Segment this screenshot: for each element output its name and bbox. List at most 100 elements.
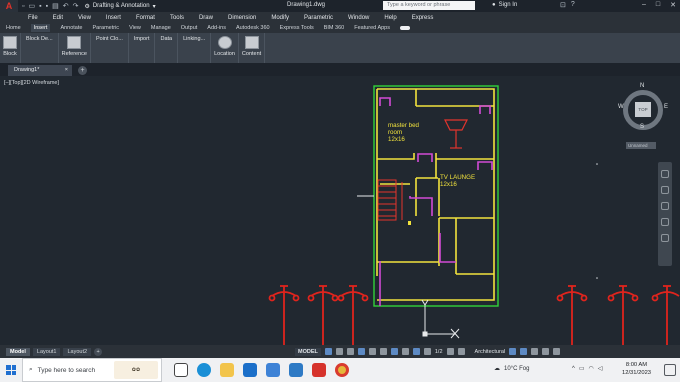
menu-tools[interactable]: Tools <box>170 15 184 21</box>
model-space-toggle[interactable]: MODEL <box>295 347 321 356</box>
compass-east[interactable]: E <box>664 104 668 110</box>
menu-file[interactable]: File <box>28 15 38 21</box>
tab-bim-360[interactable]: BIM 360 <box>324 25 344 31</box>
saveas-icon[interactable]: ▪ <box>46 3 48 10</box>
tab-add-ins[interactable]: Add-ins <box>207 25 226 31</box>
transparency-icon[interactable] <box>401 348 409 355</box>
help-search-input[interactable]: Type a keyword or phrase <box>383 1 475 10</box>
content-button[interactable]: Content <box>239 33 266 63</box>
notification-icon[interactable] <box>664 364 676 376</box>
annotation-monitor-icon[interactable] <box>457 348 465 355</box>
tab-parametric[interactable]: Parametric <box>92 25 119 31</box>
quick-properties-icon[interactable] <box>509 348 517 355</box>
annotation-scale[interactable]: 1/2 <box>435 349 443 355</box>
redo-icon[interactable]: ↷ <box>73 2 79 10</box>
menu-modify[interactable]: Modify <box>271 15 289 21</box>
network-icon[interactable]: ▭ <box>579 365 585 372</box>
reference-button[interactable]: Reference <box>59 33 91 63</box>
maximize-icon[interactable]: □ <box>656 1 660 9</box>
sign-in-button[interactable]: ● Sign In <box>492 2 517 8</box>
annotation-visibility-icon[interactable] <box>423 348 431 355</box>
chrome-icon[interactable] <box>335 363 349 377</box>
taskbar-clock[interactable]: 8:00 AM 12/31/2023 <box>622 361 651 377</box>
tab-view[interactable]: View <box>129 25 141 31</box>
menu-help[interactable]: Help <box>384 15 396 21</box>
open-icon[interactable]: ▭ <box>28 2 35 10</box>
tab-layout2[interactable]: Layout2 <box>63 347 92 356</box>
volume-icon[interactable]: ◁ <box>598 365 603 372</box>
autocad-icon[interactable] <box>312 363 326 377</box>
save-icon[interactable]: ▪ <box>39 3 41 10</box>
help-icon[interactable]: ? <box>571 1 575 9</box>
selection-cycling-icon[interactable] <box>412 348 420 355</box>
menu-dimension[interactable]: Dimension <box>228 15 256 21</box>
edge-icon[interactable] <box>197 363 211 377</box>
menu-edit[interactable]: Edit <box>53 15 63 21</box>
compass-west[interactable]: W <box>618 104 624 110</box>
windows-start-icon[interactable] <box>0 358 22 382</box>
tab-home[interactable]: Home <box>6 25 21 31</box>
menu-draw[interactable]: Draw <box>199 15 213 21</box>
drawing-canvas[interactable]: [–][Top][2D Wireframe] master bed room 1… <box>0 76 680 345</box>
navigation-bar[interactable] <box>658 162 672 266</box>
block-definition-panel[interactable]: Block De... <box>21 33 59 63</box>
zoom-icon[interactable] <box>661 202 669 210</box>
search-highlight-image[interactable]: ✿✿ <box>114 361 158 379</box>
grid-icon[interactable] <box>324 348 332 355</box>
tab-featured-apps[interactable]: Featured Apps <box>354 25 390 31</box>
tab-annotate[interactable]: Annotate <box>60 25 82 31</box>
data-panel[interactable]: Data <box>155 33 179 63</box>
store-icon[interactable] <box>266 363 280 377</box>
snap-icon[interactable] <box>335 348 343 355</box>
cart-icon[interactable]: ⊡ <box>560 1 566 9</box>
viewcube-top-face[interactable]: TOP <box>635 102 651 117</box>
task-view-icon[interactable] <box>174 363 188 377</box>
tab-insert[interactable]: Insert <box>30 24 51 32</box>
menu-express[interactable]: Express <box>412 15 434 21</box>
polar-icon[interactable] <box>357 348 365 355</box>
linking-panel[interactable]: Linking... <box>178 33 212 63</box>
minimize-icon[interactable]: – <box>642 1 646 9</box>
close-icon[interactable]: × <box>65 67 68 76</box>
chevron-up-icon[interactable]: ^ <box>572 366 575 372</box>
taskbar-search-input[interactable]: ⌕ Type here to search ✿✿ <box>22 358 162 382</box>
menu-insert[interactable]: Insert <box>106 15 121 21</box>
doc-tab-drawing1[interactable]: Drawing1* × <box>8 65 72 76</box>
lineweight-icon[interactable] <box>390 348 398 355</box>
ribbon-minimize-toggle[interactable] <box>400 26 410 30</box>
hardware-acceleration-icon[interactable] <box>531 348 539 355</box>
wifi-icon[interactable]: ◠ <box>589 365 594 372</box>
location-button[interactable]: Location <box>211 33 239 63</box>
explorer-icon[interactable] <box>220 363 234 377</box>
workspace-switch-icon[interactable] <box>446 348 454 355</box>
compass-north[interactable]: N <box>640 83 644 89</box>
tab-output[interactable]: Output <box>181 25 198 31</box>
autocad-logo-icon[interactable]: A <box>0 0 18 12</box>
ortho-icon[interactable] <box>346 348 354 355</box>
new-icon[interactable]: ▫ <box>22 3 24 10</box>
pan-icon[interactable] <box>661 186 669 194</box>
menu-format[interactable]: Format <box>136 15 155 21</box>
menu-view[interactable]: View <box>78 15 91 21</box>
clean-screen-icon[interactable] <box>542 348 550 355</box>
close-icon[interactable]: ✕ <box>670 1 676 9</box>
menu-window[interactable]: Window <box>348 15 369 21</box>
undo-icon[interactable]: ↶ <box>63 2 69 10</box>
customization-icon[interactable] <box>553 348 561 355</box>
point-cloud-panel[interactable]: Point Clo... <box>91 33 129 63</box>
new-layout-button[interactable]: + <box>94 347 103 356</box>
osnap-icon[interactable] <box>368 348 376 355</box>
tab-model[interactable]: Model <box>6 347 30 356</box>
new-tab-button[interactable]: + <box>78 66 87 75</box>
photos-icon[interactable] <box>289 363 303 377</box>
tab-autodesk-360[interactable]: Autodesk 360 <box>236 25 270 31</box>
tab-manage[interactable]: Manage <box>151 25 171 31</box>
otrack-icon[interactable] <box>379 348 387 355</box>
workspace-selector[interactable]: ⚙ Drafting & Annotation ▾ <box>84 3 155 10</box>
showmotion-icon[interactable] <box>661 234 669 242</box>
units-selector[interactable]: Architectural <box>475 349 506 355</box>
tab-express-tools[interactable]: Express Tools <box>280 25 314 31</box>
import-panel[interactable]: Import <box>129 33 156 63</box>
compass-south[interactable]: S <box>640 124 644 130</box>
weather-widget[interactable]: ☁ 10°C Fog <box>494 365 529 373</box>
